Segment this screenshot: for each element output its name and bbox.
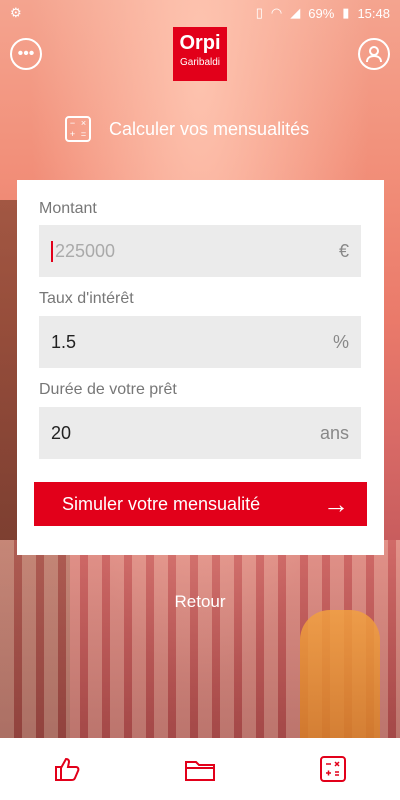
folder-icon <box>184 761 215 781</box>
wifi-icon: ◠ <box>270 5 283 20</box>
calculator-icon: − × + = <box>65 116 91 142</box>
rate-input[interactable]: 1.5 % <box>39 316 361 368</box>
duration-value: 20 <box>51 422 72 443</box>
amount-unit: € <box>338 240 349 261</box>
background-tower <box>300 610 380 740</box>
amount-placeholder: 225000 <box>51 240 339 262</box>
duration-unit: ans <box>319 422 349 443</box>
page-title-text: Calculer vos mensualités <box>109 118 310 139</box>
app-notification-icon: ⚙ <box>10 5 22 20</box>
menu-button[interactable]: ••• <box>10 38 42 70</box>
battery-icon: ▮ <box>342 5 350 20</box>
loan-calculator-form: Montant 225000 € Taux d'intérêt 1.5 % Du… <box>17 180 384 555</box>
clock: 15:48 <box>357 5 390 21</box>
vibrate-icon: ▯ <box>255 5 263 20</box>
duration-input[interactable]: 20 ans <box>39 407 361 459</box>
back-link[interactable]: Retour <box>0 592 400 612</box>
thumbs-up-icon <box>54 757 80 781</box>
amount-input[interactable]: 225000 € <box>39 225 361 277</box>
rate-unit: % <box>332 331 349 352</box>
logo-brand: Orpi <box>179 32 221 54</box>
logo-subtitle: Garibaldi <box>179 57 221 68</box>
calculator-icon <box>320 756 347 782</box>
duration-label: Durée de votre prêt <box>39 381 177 398</box>
user-icon <box>366 46 382 63</box>
logo: Orpi Garibaldi <box>173 27 227 81</box>
battery-text: 69% <box>308 5 335 21</box>
nav-folder[interactable] <box>180 749 220 789</box>
rate-value: 1.5 <box>51 331 77 352</box>
signal-icon: ◢ <box>290 5 301 20</box>
arrow-right-icon: → <box>323 489 349 519</box>
nav-calculator[interactable] <box>313 749 353 789</box>
profile-button[interactable] <box>358 38 390 70</box>
bottom-nav <box>0 738 400 800</box>
simulate-button[interactable]: Simuler votre mensualité → <box>34 482 367 526</box>
simulate-button-label: Simuler votre mensualité <box>62 493 261 514</box>
status-bar: ⚙ ▯ ◠ ◢ 69% ▮ 15:48 <box>0 0 400 26</box>
amount-label: Montant <box>39 200 97 217</box>
nav-favorites[interactable] <box>47 749 87 789</box>
rate-label: Taux d'intérêt <box>39 290 134 307</box>
ellipsis-icon: ••• <box>17 45 35 62</box>
page-title: − × + = Calculer vos mensualités <box>65 116 309 142</box>
